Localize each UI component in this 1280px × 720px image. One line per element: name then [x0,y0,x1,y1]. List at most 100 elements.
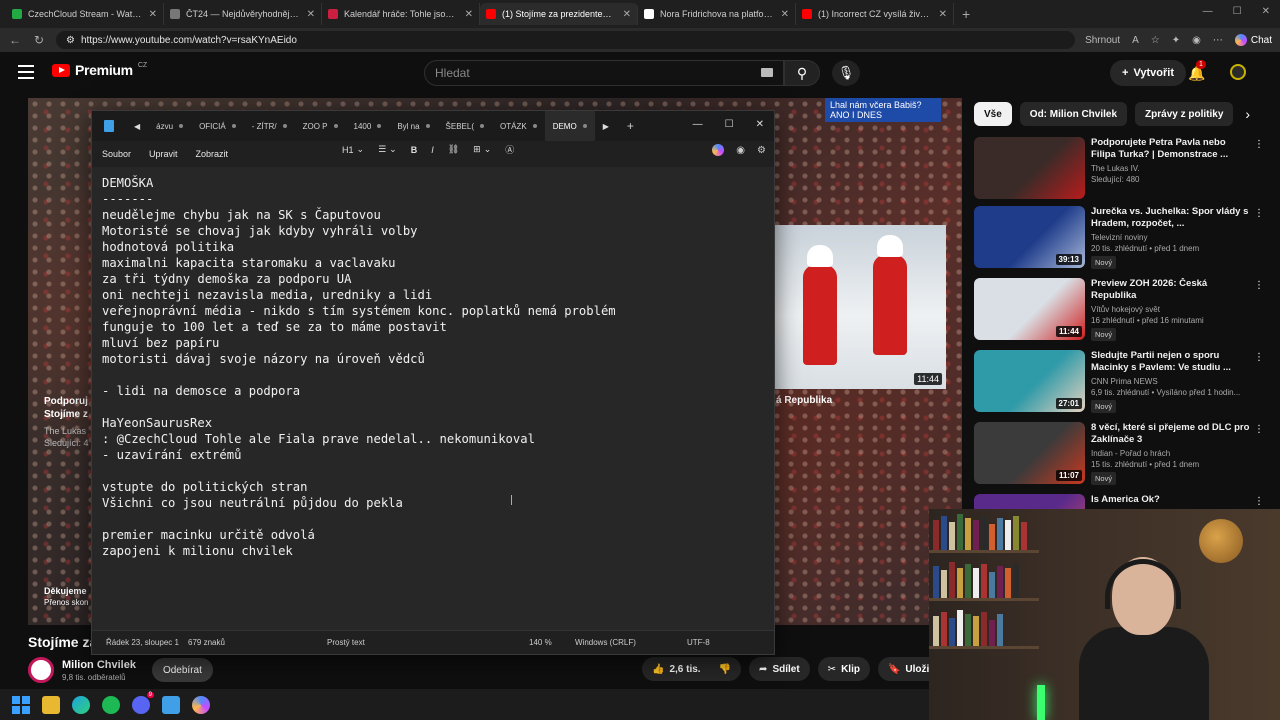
search-input[interactable]: Hledat [424,60,784,86]
menu-icon[interactable] [18,65,34,79]
menu-zobrazit[interactable]: Zobrazit [186,149,237,159]
notepad-tab[interactable]: Byl na [389,111,437,141]
chip-channel[interactable]: Od: Milion Chvilek [1019,102,1128,126]
spotify-icon[interactable] [102,695,120,714]
notepad-taskbar-icon[interactable] [162,695,180,714]
status-zoom[interactable]: 140 % [529,638,552,647]
search-button[interactable]: ⚲ [784,60,820,86]
notepad-tab[interactable]: DEMO [544,111,595,141]
settings-icon[interactable]: ⚙ [757,145,766,156]
summarize-button[interactable]: Shrnout [1085,35,1120,46]
notepad-tab[interactable]: - ZÍTR/ [244,111,295,141]
browser-tab[interactable]: Nora Fridrichova na platformě X: „ ✕ [638,3,796,25]
minimize-icon[interactable]: — [693,119,703,130]
chip-politics[interactable]: Zprávy z politiky [1135,102,1234,126]
recommendation-channel[interactable]: Vítův hokejový svět [1091,304,1252,315]
more-vert-icon[interactable]: ⋮ [1254,280,1264,291]
recommendation-thumbnail[interactable]: 27:01 [974,350,1085,412]
more-vert-icon[interactable]: ⋮ [1254,496,1264,507]
notepad-tab[interactable]: OFICIÁ [191,111,244,141]
like-button[interactable]: 👍 2,6 tis. [642,657,709,681]
windows-start-icon[interactable] [12,695,30,714]
recommendation-thumbnail[interactable]: 39:13 [974,206,1085,268]
recommendation-title[interactable]: Podporujete Petra Pavla nebo Filipa Turk… [1091,137,1252,161]
recommendation-thumbnail[interactable] [974,137,1085,199]
youtube-logo[interactable]: Premium CZ [52,62,147,78]
file-explorer-icon[interactable] [42,695,60,714]
new-tab-button[interactable]: + [954,6,978,22]
recommendation-channel[interactable]: Indian - Pořad o hrách [1091,448,1252,459]
share-button[interactable]: ➦ Sdílet [749,657,810,681]
close-tab-icon[interactable]: ✕ [781,9,789,20]
notepad-new-tab-button[interactable]: + [617,119,644,133]
account-icon[interactable]: ◉ [736,145,745,156]
channel-name[interactable]: Milion Chvilek [62,659,136,671]
recommendation-channel[interactable]: CNN Prima NEWS [1091,376,1252,387]
notepad-tab[interactable]: ŠEBEL( [438,111,492,141]
maximize-icon[interactable]: ☐ [1233,6,1242,17]
favorite-icon[interactable]: ☆ [1151,35,1160,46]
recommendation-title[interactable]: 8 věcí, které si přejeme od DLC pro Zakl… [1091,422,1252,446]
browser-tab[interactable]: (1) Stojíme za prezidentem - Staro ✕ [480,3,638,25]
recommendation-item[interactable]: 39:13 Jurečka vs. Juchelka: Spor vlády s… [974,206,1264,269]
more-vert-icon[interactable]: ⋮ [1254,139,1264,150]
close-tab-icon[interactable]: ✕ [939,9,947,20]
browser-tab[interactable]: CzechCloud Stream - Watch Live o ✕ [6,3,164,25]
keyboard-icon[interactable] [761,68,773,77]
recommendation-thumbnail[interactable]: 11:44 [974,278,1085,340]
recommendation-title[interactable]: Sledujte Partii nejen o sporu Macinky s … [1091,350,1252,374]
create-button[interactable]: + Vytvořit [1110,60,1186,86]
list-dropdown[interactable]: ☰ ⌄ [378,144,397,155]
close-tab-icon[interactable]: ✕ [465,9,473,20]
dislike-button[interactable]: 👎 [708,657,742,681]
heading-dropdown[interactable]: H1 ⌄ [342,144,364,155]
close-tab-icon[interactable]: ✕ [149,9,157,20]
notepad-tab[interactable]: 1400 [346,111,390,141]
edge-icon[interactable] [72,695,90,714]
chat-button[interactable]: Chat [1234,34,1272,46]
channel-avatar[interactable] [28,657,54,683]
browser-tab[interactable]: (1) Incorrect CZ vysílá živě! - YouTu ✕ [796,3,954,25]
voice-search-button[interactable]: 🎙 [832,60,860,86]
extensions-icon[interactable]: ✦ [1172,35,1180,46]
url-field[interactable]: ⚙ https://www.youtube.com/watch?v=rsaKYn… [56,31,1076,49]
chip-all[interactable]: Vše [974,102,1012,126]
copilot-icon[interactable] [712,144,725,156]
browser-tab[interactable]: ČT24 — Nejdůvěryhodnější zpravo ✕ [164,3,322,25]
site-info-icon[interactable]: ⚙ [66,35,75,46]
minimize-icon[interactable]: — [1203,6,1213,17]
notifications-button[interactable]: 🔔 1 [1188,60,1206,82]
maximize-icon[interactable]: ☐ [725,119,734,130]
notepad-tab[interactable]: ZOO P [295,111,346,141]
account-avatar[interactable] [1230,64,1246,80]
reload-icon[interactable]: ↻ [32,33,46,47]
recommendation-title[interactable]: Jurečka vs. Juchelka: Spor vlády s Hrade… [1091,206,1252,230]
close-icon[interactable]: ✕ [1262,6,1270,17]
copilot-taskbar-icon[interactable] [192,695,210,714]
chevron-right-icon[interactable]: › [1245,106,1250,122]
browser-tab[interactable]: Kalendář hráče: Tohle jsou nejlepš ✕ [322,3,480,25]
tab-scroll-right[interactable]: ▶ [595,111,617,141]
recommendation-item[interactable]: Podporujete Petra Pavla nebo Filipa Turk… [974,137,1264,199]
recommendation-thumbnail[interactable]: 11:07 [974,422,1085,484]
menu-soubor[interactable]: Soubor [92,149,139,159]
recommendation-title[interactable]: Preview ZOH 2026: Česká Republika [1091,278,1252,302]
profile-icon[interactable]: ◉ [1192,35,1201,46]
recommendation-item[interactable]: 27:01 Sledujte Partii nejen o sporu Maci… [974,350,1264,413]
read-aloud-icon[interactable]: A [1132,35,1139,46]
recommendation-item[interactable]: 11:44 Preview ZOH 2026: Česká Republika … [974,278,1264,341]
close-tab-icon[interactable]: ✕ [307,9,315,20]
clip-button[interactable]: ✂ Klip [817,657,870,681]
back-icon[interactable]: ← [8,33,22,47]
more-vert-icon[interactable]: ⋮ [1254,424,1264,435]
close-tab-icon[interactable]: ✕ [623,9,631,20]
table-dropdown[interactable]: ⊞ ⌄ [473,144,491,155]
more-icon[interactable]: ⋯ [1213,35,1223,46]
more-vert-icon[interactable]: ⋮ [1254,208,1264,219]
recommendation-channel[interactable]: The Lukas IV. [1091,163,1252,174]
recommendation-title[interactable]: Is America Ok? [1091,494,1252,506]
clear-format-button[interactable]: Ⓐ [505,143,514,156]
notepad-tab[interactable]: ázvu [148,111,191,141]
bold-button[interactable]: B [411,145,418,155]
close-icon[interactable]: ✕ [756,119,764,130]
